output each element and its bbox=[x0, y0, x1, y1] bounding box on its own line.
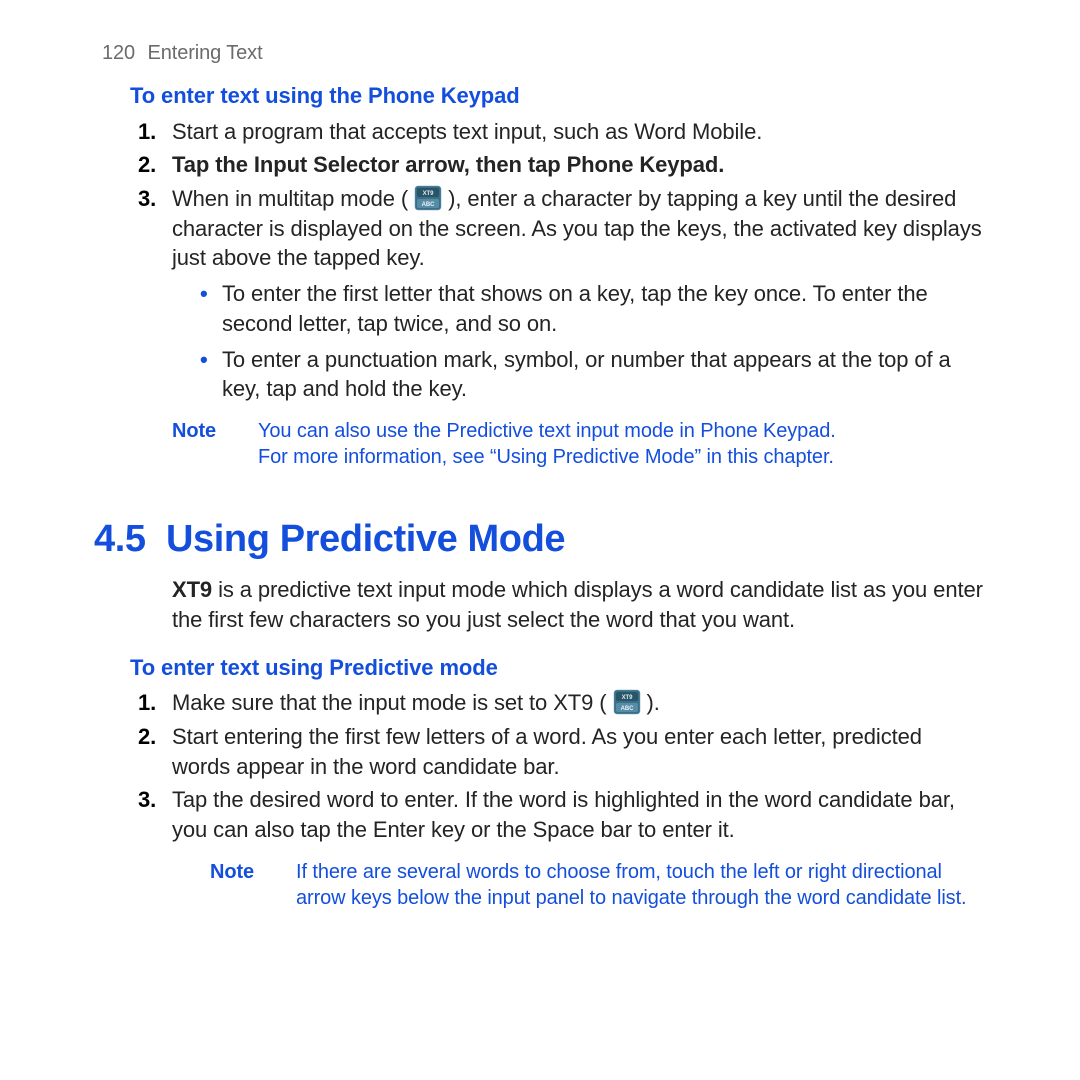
step-text: Make sure that the input mode is set to … bbox=[172, 690, 660, 715]
step-2: 2. Start entering the first few letters … bbox=[172, 722, 986, 781]
note-label: Note bbox=[210, 859, 296, 911]
page-header: 120 Entering Text bbox=[94, 40, 986, 67]
svg-text:XT9: XT9 bbox=[621, 695, 632, 701]
step-text: When in multitap mode ( XT9ABC ), enter … bbox=[172, 186, 982, 270]
step-number: 1. bbox=[138, 688, 156, 718]
step-text: Tap the Input Selector arrow, then tap P… bbox=[172, 152, 724, 177]
page-title: Entering Text bbox=[147, 42, 262, 64]
step-3: 3. Tap the desired word to enter. If the… bbox=[172, 785, 986, 844]
svg-text:XT9: XT9 bbox=[423, 191, 434, 197]
step-text: Start entering the first few letters of … bbox=[172, 724, 922, 779]
step-1: 1. Make sure that the input mode is set … bbox=[172, 688, 986, 718]
svg-text:ABC: ABC bbox=[422, 202, 435, 208]
step-text: Tap the desired word to enter. If the wo… bbox=[172, 787, 955, 842]
note-text: You can also use the Predictive text inp… bbox=[258, 418, 986, 470]
note-predictive: Note If there are several words to choos… bbox=[210, 859, 986, 911]
step-text: Start a program that accepts text input,… bbox=[172, 119, 762, 144]
svg-text:ABC: ABC bbox=[620, 706, 633, 712]
note-phone-keypad: Note You can also use the Predictive tex… bbox=[172, 418, 986, 470]
subheading-phone-keypad: To enter text using the Phone Keypad bbox=[130, 81, 986, 111]
section-intro: XT9 is a predictive text input mode whic… bbox=[172, 575, 986, 634]
page-number: 120 bbox=[102, 40, 142, 67]
steps-predictive: 1. Make sure that the input mode is set … bbox=[172, 688, 986, 844]
bullet-first-letter: To enter the first letter that shows on … bbox=[200, 279, 986, 338]
section-number: 4.5 bbox=[94, 514, 166, 565]
sub-bullets: To enter the first letter that shows on … bbox=[200, 279, 986, 404]
step-3: 3. When in multitap mode ( XT9ABC ), ent… bbox=[172, 184, 986, 404]
step-1: 1. Start a program that accepts text inp… bbox=[172, 117, 986, 147]
step-number: 3. bbox=[138, 785, 156, 815]
xt9-mode-icon: XT9 ABC bbox=[613, 689, 641, 715]
section-name: Using Predictive Mode bbox=[166, 518, 565, 560]
step-number: 2. bbox=[138, 722, 156, 752]
step-number: 3. bbox=[138, 184, 156, 214]
note-label: Note bbox=[172, 418, 258, 470]
step-number: 2. bbox=[138, 150, 156, 180]
section-4-5-title: 4.5Using Predictive Mode bbox=[94, 514, 986, 565]
bullet-punctuation: To enter a punctuation mark, symbol, or … bbox=[200, 345, 986, 404]
subheading-predictive: To enter text using Predictive mode bbox=[130, 653, 986, 683]
step-2: 2. Tap the Input Selector arrow, then ta… bbox=[172, 150, 986, 180]
steps-phone-keypad: 1. Start a program that accepts text inp… bbox=[172, 117, 986, 404]
note-text: If there are several words to choose fro… bbox=[296, 859, 986, 911]
step-number: 1. bbox=[138, 117, 156, 147]
xt9-mode-icon: XT9 ABC bbox=[414, 185, 442, 211]
